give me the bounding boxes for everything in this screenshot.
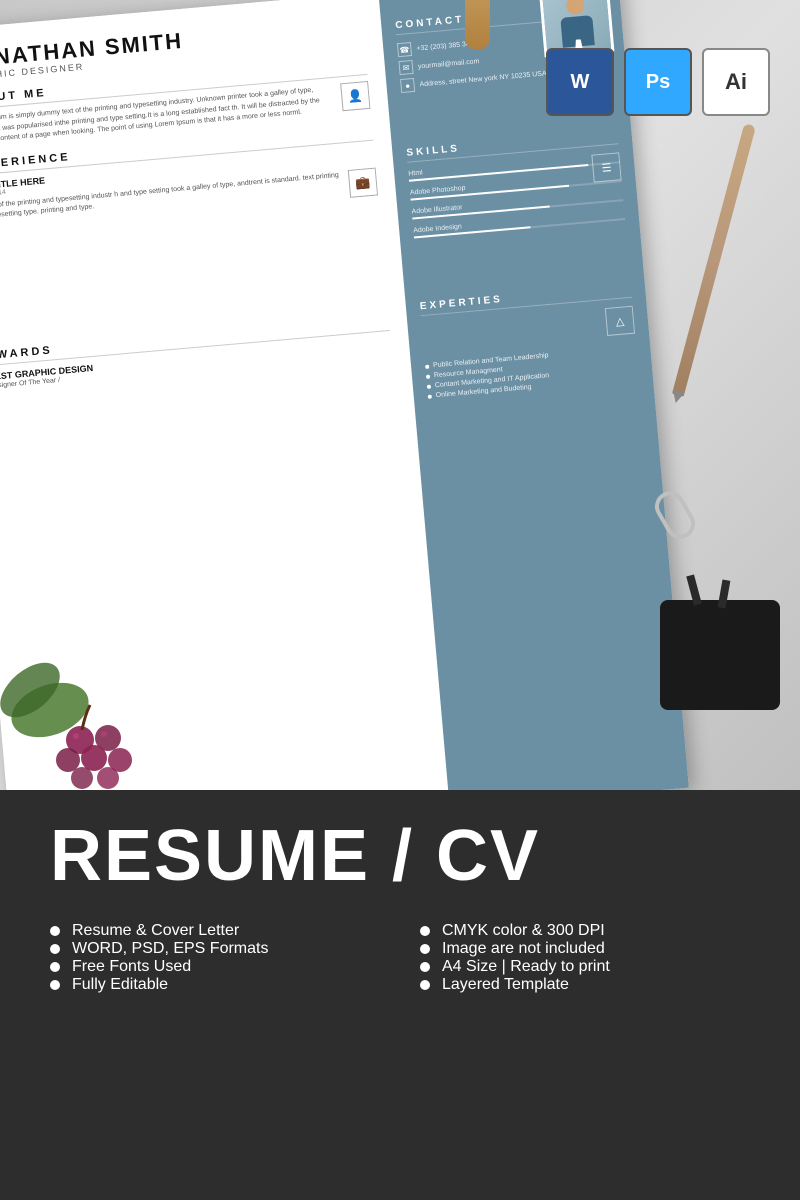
binder-clip-decoration	[660, 600, 780, 710]
software-icons-container: W Ps Ai	[546, 48, 770, 116]
feature-item: Resume & Cover Letter	[50, 922, 380, 940]
product-info-section: RESUME / CV Resume & Cover LetterWORD, P…	[0, 790, 800, 1200]
feature-item: WORD, PSD, EPS Formats	[50, 940, 380, 958]
address-icon: ●	[400, 78, 415, 93]
phone-icon: ☎	[397, 42, 412, 57]
email-icon: ✉	[398, 60, 413, 75]
cork-decoration	[465, 0, 490, 50]
feature-item: Layered Template	[420, 976, 750, 994]
product-title: RESUME / CV	[50, 820, 750, 892]
email-text: yourmail@mail.com	[418, 58, 480, 70]
person-body	[560, 15, 594, 48]
person-silhouette	[555, 0, 600, 53]
features-right: CMYK color & 300 DPIImage are not includ…	[420, 922, 750, 994]
resume-preview-section: W Ps Ai JONATHAN SMITH GRAPHIC DESIGNER …	[0, 0, 800, 790]
word-icon: W	[546, 48, 614, 116]
feature-item: Fully Editable	[50, 976, 380, 994]
feature-item: Image are not included	[420, 940, 750, 958]
features-left: Resume & Cover LetterWORD, PSD, EPS Form…	[50, 922, 380, 994]
skills-icon: ☰	[591, 152, 621, 182]
feature-item: CMYK color & 300 DPI	[420, 922, 750, 940]
exp-icon: 💼	[348, 167, 378, 197]
feature-item: A4 Size | Ready to print	[420, 958, 750, 976]
illustrator-icon: Ai	[702, 48, 770, 116]
photoshop-icon: Ps	[624, 48, 692, 116]
grapes-decoration	[0, 630, 160, 790]
photo-placeholder	[542, 0, 611, 54]
experties-icon: △	[605, 306, 635, 336]
features-grid: Resume & Cover LetterWORD, PSD, EPS Form…	[50, 922, 750, 994]
about-icon: 👤	[340, 81, 370, 111]
person-head	[566, 0, 586, 15]
feature-item: Free Fonts Used	[50, 958, 380, 976]
address-text: Address, street New york NY 10235 USA	[419, 70, 547, 88]
